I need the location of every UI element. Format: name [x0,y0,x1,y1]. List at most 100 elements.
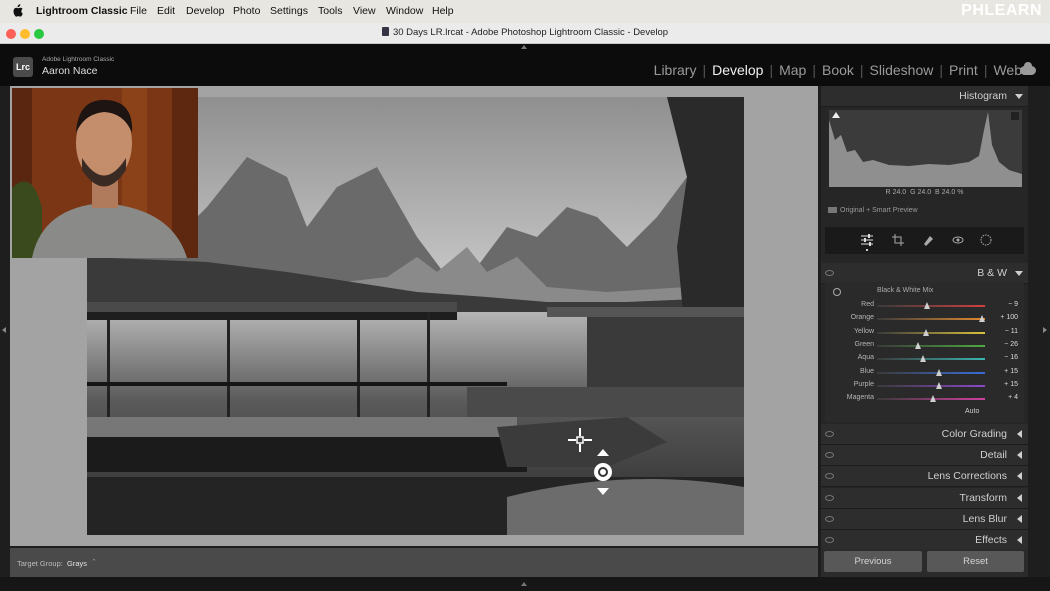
previous-button[interactable]: Previous [824,551,922,572]
slider-handle[interactable] [915,341,922,349]
chevron-updown-icon[interactable]: ⌃ [91,558,97,566]
crop-icon[interactable] [892,234,904,246]
panel-header-color-grading[interactable]: Color Grading [821,424,1028,445]
expand-triangle-icon[interactable] [1017,536,1022,544]
panel-header-transform[interactable]: Transform [821,487,1028,509]
eye-icon[interactable] [825,537,834,543]
eye-icon[interactable] [825,270,834,276]
smart-preview-status[interactable]: Original + Smart Preview [828,207,918,214]
slider-handle[interactable] [935,368,942,376]
targeted-adjustment-tool-icon[interactable] [833,288,841,296]
panel-title: Transform [959,491,1007,504]
eye-icon[interactable] [825,473,834,480]
menu-edit[interactable]: Edit [157,5,175,17]
apple-icon[interactable] [12,4,23,17]
histogram-header[interactable]: Histogram [821,86,1028,107]
slider-value[interactable]: + 100 [1000,314,1018,321]
active-tool-indicator [866,249,868,251]
menu-photo[interactable]: Photo [233,5,260,17]
bw-panel-body: Black & White Mix Red − 9 Orange + 100 Yello… [825,282,1024,422]
menu-app-name[interactable]: Lightroom Classic [36,5,128,17]
right-panel-toggle-icon[interactable] [1043,327,1047,333]
slider-track[interactable] [877,384,985,387]
bw-slider-yellow[interactable]: Yellow − 11 [825,326,1024,339]
develop-tool-strip [825,227,1024,254]
slider-handle[interactable] [920,355,927,363]
bw-slider-blue[interactable]: Blue + 15 [825,366,1024,379]
module-web[interactable]: Web [993,62,1022,78]
bw-slider-aqua[interactable]: Aqua − 16 [825,352,1024,365]
expand-filmstrip-arrow-icon[interactable] [521,582,527,586]
left-panel-toggle-icon[interactable] [2,327,6,333]
panel-title: Detail [980,449,1007,462]
eye-icon[interactable] [825,494,834,501]
panel-header-lens-blur[interactable]: Lens Blur [821,508,1028,530]
menu-file[interactable]: File [130,5,147,17]
slider-value[interactable]: − 9 [1008,301,1018,308]
shadow-clipping-icon[interactable] [832,112,840,118]
panel-header-detail[interactable]: Detail [821,445,1028,467]
menu-help[interactable]: Help [432,5,454,17]
bw-slider-red[interactable]: Red − 9 [825,299,1024,312]
window-title: 30 Days LR.lrcat - Adobe Photoshop Light… [0,27,1050,38]
menu-tools[interactable]: Tools [318,5,343,17]
slider-track[interactable] [877,344,985,347]
slider-track[interactable] [877,318,985,321]
slider-value[interactable]: − 26 [1004,341,1018,348]
module-slideshow[interactable]: Slideshow [870,62,934,78]
menu-view[interactable]: View [353,5,376,17]
module-library[interactable]: Library [654,62,697,78]
reset-button[interactable]: Reset [927,551,1024,572]
expand-triangle-icon[interactable] [1017,472,1022,481]
bw-slider-purple[interactable]: Purple + 15 [825,379,1024,392]
collapse-triangle-icon[interactable] [1015,94,1023,99]
slider-value[interactable]: − 16 [1004,354,1018,361]
slider-handle[interactable] [923,302,930,309]
eye-icon[interactable] [825,515,834,522]
eye-icon[interactable] [825,431,834,437]
slider-value[interactable]: + 4 [1008,394,1018,401]
slider-handle[interactable] [922,328,929,336]
slider-track[interactable] [877,371,985,374]
menu-settings[interactable]: Settings [270,5,308,17]
module-print[interactable]: Print [949,62,978,78]
module-map[interactable]: Map [779,62,806,78]
slider-value[interactable]: − 11 [1005,328,1018,335]
expand-triangle-icon[interactable] [1017,451,1022,460]
expand-triangle-icon[interactable] [1017,514,1022,523]
slider-track[interactable] [877,305,985,307]
highlight-clipping-icon[interactable] [1011,112,1019,120]
slider-track[interactable] [877,358,985,361]
bw-slider-green[interactable]: Green − 26 [825,339,1024,352]
filmstrip-collapsed-bar [0,577,1050,591]
bw-slider-orange[interactable]: Orange + 100 [825,312,1024,325]
eye-icon[interactable] [825,452,834,459]
healing-brush-icon[interactable] [922,234,934,246]
panel-header-effects[interactable]: Effects [821,530,1028,551]
slider-handle[interactable] [935,381,942,389]
panel-header-lens-corrections[interactable]: Lens Corrections [821,466,1028,488]
module-develop[interactable]: Develop [712,62,763,78]
expand-triangle-icon[interactable] [1017,493,1022,502]
bw-panel-header[interactable]: B & W [821,263,1028,284]
slider-value[interactable]: + 15 [1004,368,1018,375]
auto-button[interactable]: Auto [965,408,979,415]
panel-title: Lens Blur [962,512,1007,525]
window-title-text: 30 Days LR.lrcat - Adobe Photoshop Light… [392,27,669,38]
masking-icon[interactable] [980,234,992,246]
module-book[interactable]: Book [822,62,854,78]
menu-window[interactable]: Window [386,5,423,17]
slider-handle[interactable] [978,315,985,323]
slider-track[interactable] [877,331,985,334]
red-eye-icon[interactable] [952,234,964,246]
expand-triangle-icon[interactable] [1017,430,1022,438]
cloud-icon[interactable] [1020,62,1036,75]
bw-slider-magenta[interactable]: Magenta + 4 [825,392,1024,405]
collapse-triangle-icon[interactable] [1015,271,1023,276]
edit-sliders-icon[interactable] [861,234,873,246]
collapse-top-arrow-icon[interactable] [521,45,527,49]
slider-handle[interactable] [930,395,937,403]
slider-value[interactable]: + 15 [1004,381,1018,388]
target-group-select[interactable]: Grays [67,559,87,568]
menu-develop[interactable]: Develop [186,5,225,17]
